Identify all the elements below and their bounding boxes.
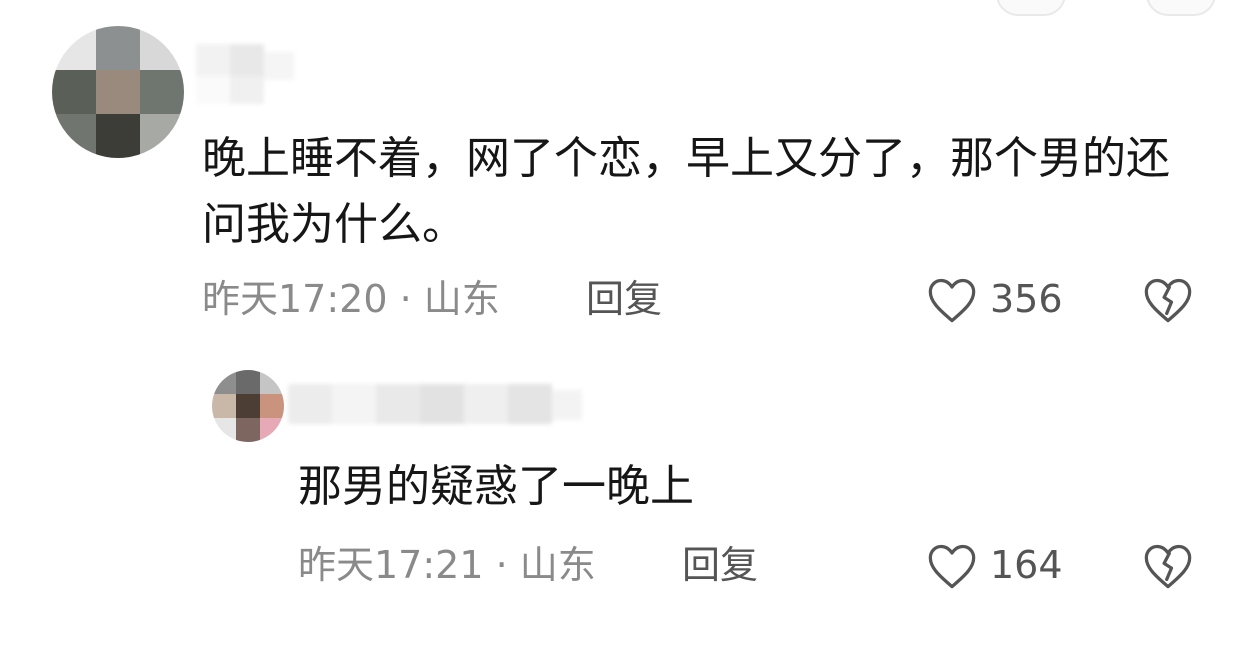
top-edge-button-left — [996, 0, 1066, 16]
comment-text: 晚上睡不着，网了个恋，早上又分了，那个男的还问我为什么。 — [202, 133, 1170, 250]
reply-button[interactable]: 回复 — [682, 542, 758, 588]
broken-heart-icon[interactable] — [1142, 276, 1194, 324]
reply-time-location: 昨天17:21 · 山东 — [298, 543, 596, 587]
top-edge-button-right — [1146, 0, 1216, 16]
replier-name[interactable] — [288, 380, 588, 428]
reply-text: 那男的疑惑了一晚上 — [298, 461, 694, 512]
reply-button[interactable]: 回复 — [586, 276, 662, 322]
like-count: 356 — [990, 277, 1063, 321]
commenter-name[interactable] — [196, 44, 296, 104]
comment-time-location: 昨天17:20 · 山东 — [202, 277, 500, 321]
broken-heart-icon[interactable] — [1142, 542, 1194, 590]
commenter-avatar[interactable] — [52, 26, 184, 158]
heart-outline-icon[interactable] — [926, 276, 978, 324]
heart-outline-icon[interactable] — [926, 542, 978, 590]
like-count: 164 — [990, 543, 1063, 587]
replier-avatar[interactable] — [212, 370, 284, 442]
